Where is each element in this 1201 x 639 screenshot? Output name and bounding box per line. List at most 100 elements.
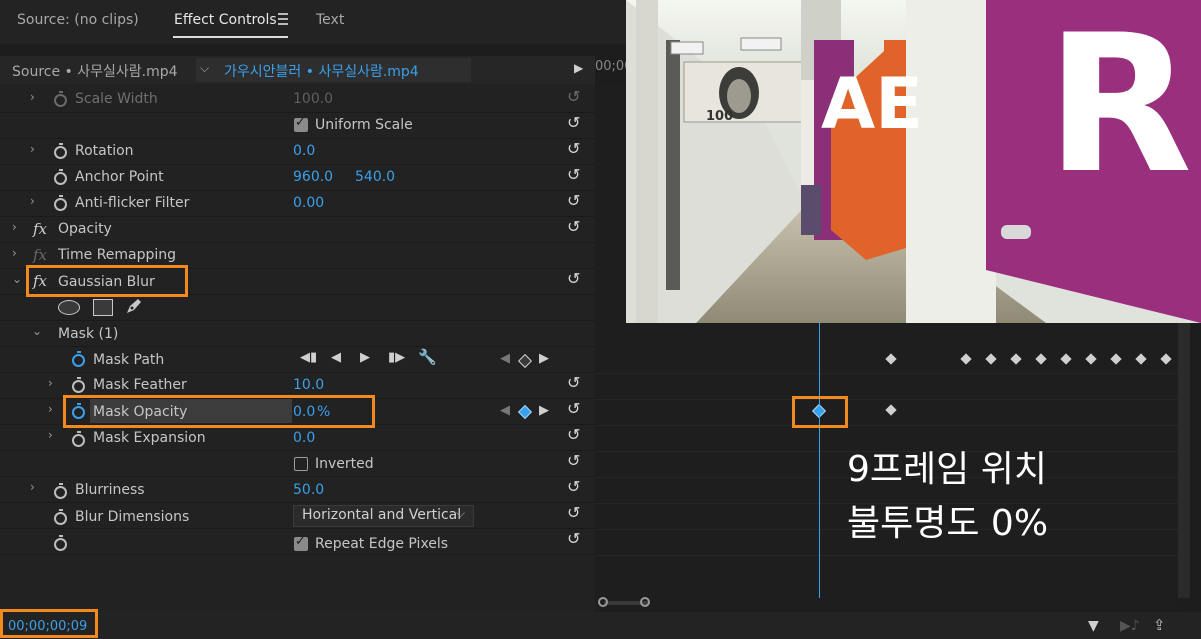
highlight-mask-opacity	[63, 395, 375, 428]
timeline-row	[595, 373, 1178, 400]
chevron-down-icon[interactable]: ⌄	[32, 324, 42, 338]
track-backward-one-icon[interactable]: ◀▮	[300, 350, 317, 365]
opacity-label: Opacity	[58, 221, 112, 237]
highlight-gaussian-blur	[26, 265, 188, 297]
stopwatch-icon[interactable]	[54, 91, 67, 107]
scale-width-value: 100.0	[293, 91, 334, 107]
mask-expansion-value[interactable]: 0.0	[293, 430, 315, 446]
vertical-scrollbar[interactable]	[1178, 323, 1190, 598]
audio-playback-icon[interactable]: ▶♪	[1120, 618, 1140, 634]
track-forward-icon[interactable]: ▶	[360, 350, 370, 365]
play-only-clip-icon[interactable]: ▶	[574, 61, 583, 75]
chevron-right-icon[interactable]: ›	[48, 428, 53, 442]
next-keyframe-icon[interactable]: ▶	[539, 351, 549, 366]
track-backward-icon[interactable]: ◀	[331, 350, 341, 365]
chevron-down-icon[interactable]: ⌄	[12, 272, 22, 286]
inverted-label: Inverted	[315, 456, 374, 472]
current-timecode[interactable]: 00;00;00;09	[8, 619, 87, 634]
reset-icon[interactable]: ↺	[567, 451, 580, 470]
track-forward-one-icon[interactable]: ▮▶	[388, 350, 405, 365]
program-monitor-preview: 100 AE R	[626, 0, 1201, 323]
highlight-keyframe	[792, 396, 848, 428]
panel-menu-icon[interactable]	[278, 13, 288, 28]
anchor-point-label: Anchor Point	[75, 169, 164, 185]
blur-dimensions-label: Blur Dimensions	[75, 509, 190, 525]
reset-icon[interactable]: ↺	[567, 191, 580, 210]
active-tab-indicator	[173, 36, 288, 38]
ellipse-mask-icon[interactable]	[58, 300, 80, 315]
playhead[interactable]	[819, 323, 820, 598]
prev-keyframe-icon[interactable]: ◀	[500, 351, 510, 366]
stopwatch-icon[interactable]	[54, 509, 67, 525]
blurriness-value[interactable]: 50.0	[293, 482, 324, 498]
reset-icon[interactable]: ↺	[567, 477, 580, 496]
chevron-right-icon[interactable]: ›	[12, 246, 17, 260]
reset-icon[interactable]: ↺	[567, 165, 580, 184]
sign-ae: AE	[821, 63, 923, 145]
stopwatch-icon[interactable]	[54, 143, 67, 159]
pen-mask-icon[interactable]	[124, 296, 144, 320]
reset-icon[interactable]: ↺	[567, 87, 580, 106]
sequence-clip-label[interactable]: 가우시안블러 • 사무실사람.mp4	[224, 61, 419, 81]
prev-keyframe-icon[interactable]: ◀	[500, 403, 510, 418]
tab-effect-controls[interactable]: Effect Controls	[174, 12, 277, 28]
chevron-right-icon[interactable]: ›	[12, 220, 17, 234]
tab-source[interactable]: Source: (no clips)	[17, 12, 139, 28]
anchor-point-y-value[interactable]: 540.0	[355, 169, 395, 185]
master-clip-label[interactable]: Source • 사무실사람.mp4	[12, 61, 178, 81]
chevron-right-icon[interactable]: ›	[30, 142, 35, 156]
inverted-checkbox[interactable]	[294, 457, 308, 471]
scale-width-label: Scale Width	[75, 91, 158, 107]
reset-icon[interactable]: ↺	[567, 217, 580, 236]
chevron-right-icon[interactable]: ›	[30, 194, 35, 208]
anti-flicker-label: Anti-flicker Filter	[75, 195, 190, 211]
next-keyframe-icon[interactable]: ▶	[539, 403, 549, 418]
mask-label: Mask (1)	[58, 326, 119, 342]
blur-dimensions-value: Horizontal and Vertical	[302, 507, 462, 523]
sign-r: R	[1046, 0, 1192, 215]
timeline-zoom-scrollbar[interactable]	[598, 597, 650, 609]
uniform-scale-label: Uniform Scale	[315, 117, 413, 133]
chevron-right-icon[interactable]: ›	[30, 480, 35, 494]
stopwatch-icon[interactable]	[72, 431, 85, 447]
reset-icon[interactable]: ↺	[567, 139, 580, 158]
chevron-right-icon[interactable]: ›	[48, 402, 53, 416]
reset-icon[interactable]: ↺	[567, 113, 580, 132]
rotation-value[interactable]: 0.0	[293, 143, 315, 159]
reset-icon[interactable]: ↺	[567, 425, 580, 444]
mask-expansion-label: Mask Expansion	[93, 430, 206, 446]
reset-icon[interactable]: ↺	[567, 503, 580, 522]
reset-icon[interactable]: ↺	[567, 529, 580, 548]
mask-tools-row	[0, 294, 595, 321]
reset-icon[interactable]: ↺	[567, 399, 580, 418]
blurriness-label: Blurriness	[75, 482, 145, 498]
stopwatch-icon[interactable]	[54, 535, 67, 551]
mask-feather-value[interactable]: 10.0	[293, 377, 324, 393]
fx-icon[interactable]: fx	[33, 220, 47, 238]
stopwatch-icon[interactable]	[72, 351, 85, 367]
chevron-down-icon[interactable]: ⌵	[456, 506, 465, 521]
chevron-down-icon[interactable]: ⌵	[200, 61, 209, 76]
anti-flicker-value[interactable]: 0.00	[293, 195, 324, 211]
rectangle-mask-icon[interactable]	[93, 299, 113, 316]
stopwatch-icon[interactable]	[54, 483, 67, 499]
repeat-edge-checkbox[interactable]	[294, 534, 308, 551]
stopwatch-icon[interactable]	[54, 195, 67, 211]
rotation-label: Rotation	[75, 143, 134, 159]
filter-icon[interactable]: ▼	[1088, 618, 1099, 634]
reset-icon[interactable]: ↺	[567, 373, 580, 392]
stopwatch-icon[interactable]	[54, 169, 67, 185]
mask-path-label: Mask Path	[93, 352, 165, 368]
mask-feather-label: Mask Feather	[93, 377, 187, 393]
anchor-point-x-value[interactable]: 960.0	[293, 169, 333, 185]
stopwatch-icon[interactable]	[72, 377, 85, 393]
chevron-right-icon[interactable]: ›	[30, 90, 35, 104]
uniform-scale-checkbox[interactable]	[294, 115, 308, 132]
reset-icon[interactable]: ↺	[567, 269, 580, 288]
annotation-line-1: 9프레임 위치	[847, 449, 1047, 490]
banknote-label: 100	[706, 109, 733, 124]
tab-text[interactable]: Text	[316, 12, 344, 28]
wrench-icon[interactable]: 🔧	[418, 348, 437, 366]
export-icon[interactable]: ⇪	[1153, 616, 1166, 634]
chevron-right-icon[interactable]: ›	[48, 376, 53, 390]
